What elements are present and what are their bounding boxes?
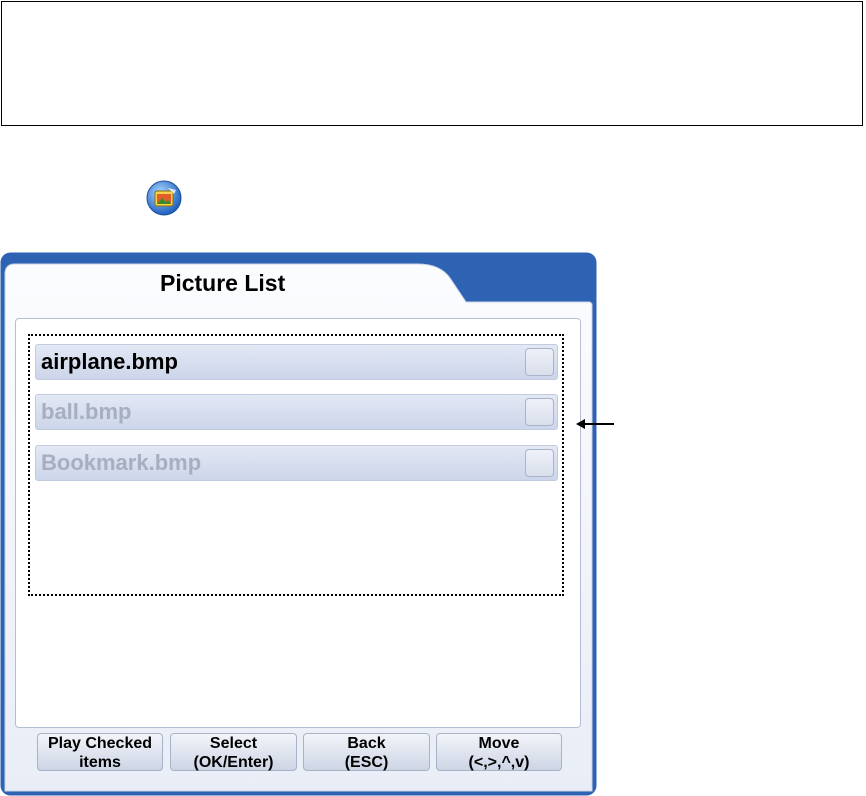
button-label-line2: (OK/Enter) bbox=[193, 754, 274, 771]
left-arrow-icon bbox=[576, 416, 616, 437]
panel-title: Picture List bbox=[160, 270, 286, 296]
button-label-line2: (ESC) bbox=[344, 754, 389, 771]
button-label-line1: Back bbox=[347, 735, 386, 752]
play-checked-items-button[interactable]: Play Checked items bbox=[37, 733, 163, 771]
list-region-highlight bbox=[28, 334, 564, 596]
button-label-line1: Select bbox=[209, 735, 258, 752]
picture-folder-icon bbox=[146, 180, 182, 216]
move-button[interactable]: Move (<,>,^,v) bbox=[436, 733, 562, 771]
annotation-box bbox=[1, 1, 863, 126]
button-label-line2: (<,>,^,v) bbox=[468, 754, 530, 771]
button-label-line2: items bbox=[79, 754, 121, 771]
select-button[interactable]: Select (OK/Enter) bbox=[170, 733, 297, 771]
button-label-line1: Move bbox=[478, 735, 520, 752]
back-button[interactable]: Back (ESC) bbox=[303, 733, 430, 771]
button-label-line1: Play Checked bbox=[47, 735, 153, 752]
